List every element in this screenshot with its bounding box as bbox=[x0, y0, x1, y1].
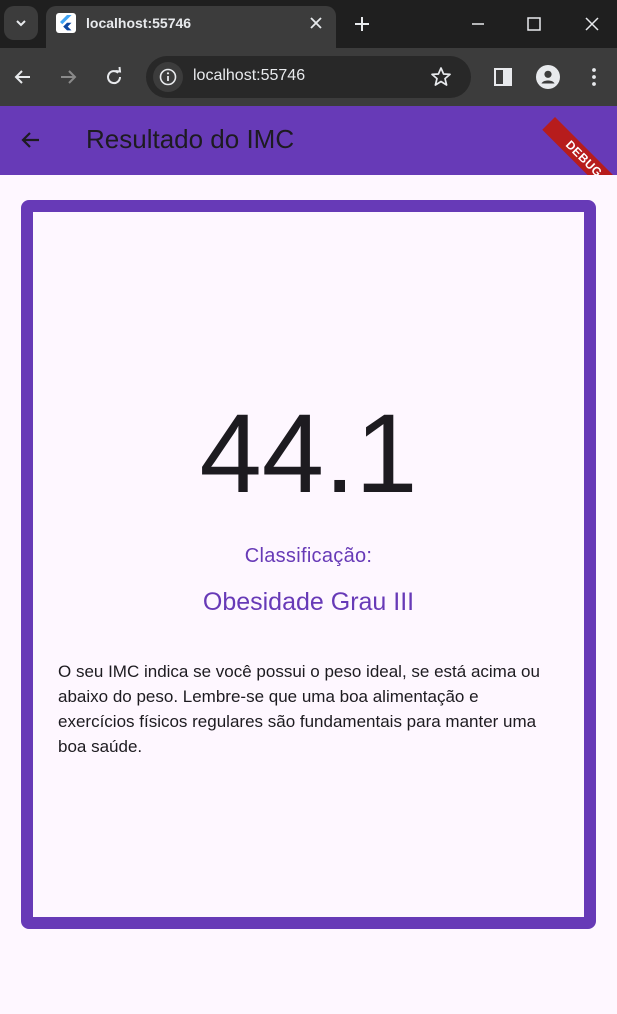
page-title: Resultado do IMC bbox=[86, 124, 295, 154]
app-bar: Resultado do IMC DEBUG bbox=[0, 106, 617, 175]
browser-toolbar: localhost:55746 bbox=[0, 48, 617, 106]
imc-value: 44.1 bbox=[199, 391, 418, 516]
reload-icon[interactable] bbox=[103, 66, 125, 88]
maximize-icon[interactable] bbox=[524, 14, 544, 34]
address-bar[interactable]: localhost:55746 bbox=[146, 56, 471, 98]
tab-title: localhost:55746 bbox=[86, 15, 192, 31]
debug-banner: DEBUG bbox=[542, 117, 617, 175]
classification-label: Classificação: bbox=[244, 545, 373, 567]
classification-value: Obesidade Grau III bbox=[202, 588, 415, 616]
url-text: localhost:55746 bbox=[193, 67, 306, 84]
flutter-logo-icon bbox=[56, 13, 76, 33]
back-button[interactable] bbox=[10, 119, 52, 161]
profile-icon[interactable] bbox=[536, 65, 560, 89]
tab-search-button[interactable] bbox=[4, 6, 38, 40]
arrow-right-icon[interactable] bbox=[57, 66, 79, 88]
chevron-down-icon bbox=[16, 20, 26, 27]
result-card: 44.1 Classificação: Obesidade Grau III O… bbox=[21, 200, 596, 929]
browser-tab-strip: localhost:55746 bbox=[0, 0, 617, 48]
imc-description: O seu IMC indica se você possui o peso i… bbox=[58, 662, 540, 756]
arrow-left-icon[interactable] bbox=[12, 66, 34, 88]
close-icon[interactable] bbox=[308, 15, 324, 31]
close-window-icon[interactable] bbox=[582, 14, 602, 34]
info-icon bbox=[159, 68, 177, 86]
minimize-icon[interactable] bbox=[468, 14, 488, 34]
kebab-menu-icon[interactable] bbox=[583, 66, 605, 88]
arrow-back-icon bbox=[21, 132, 39, 148]
plus-icon[interactable] bbox=[352, 14, 372, 34]
star-icon[interactable] bbox=[429, 65, 453, 89]
site-info-button[interactable] bbox=[153, 62, 183, 92]
browser-tab[interactable]: localhost:55746 bbox=[46, 6, 336, 48]
side-panel-icon[interactable] bbox=[492, 66, 514, 88]
